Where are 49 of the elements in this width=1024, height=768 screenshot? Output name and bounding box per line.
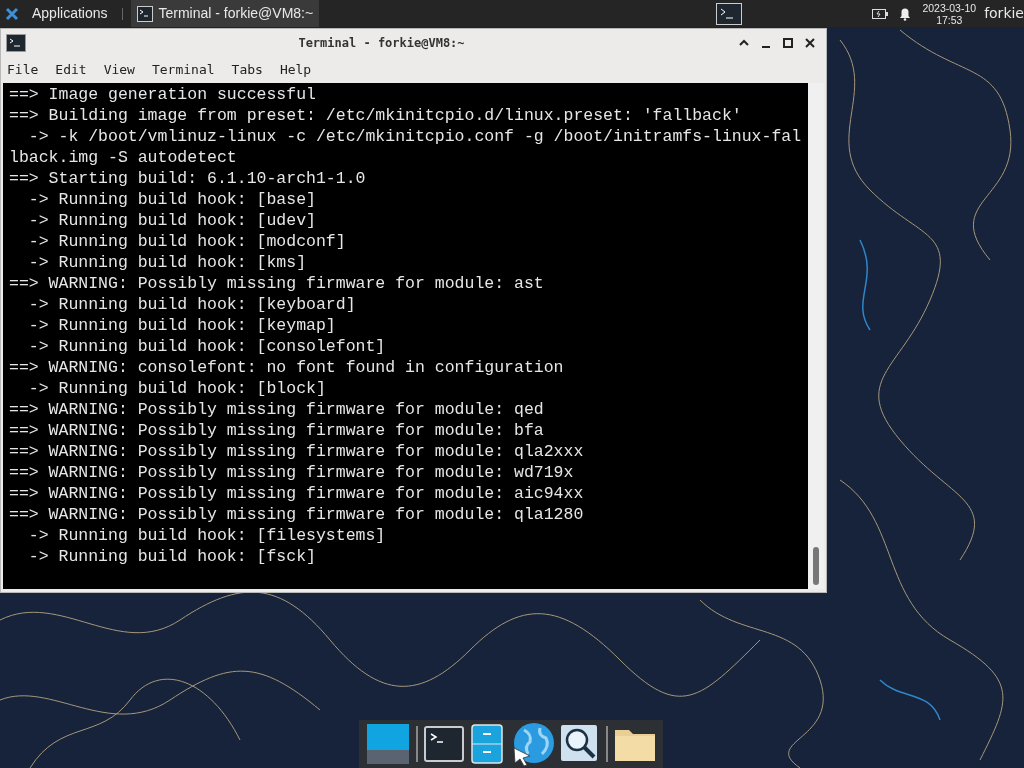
terminal-icon <box>136 5 153 22</box>
clock[interactable]: 2023-03-10 17:53 <box>922 1 977 26</box>
terminal-line: -> Running build hook: [udev] <box>27 210 317 231</box>
user-name[interactable]: forkie <box>984 3 1024 24</box>
close-icon[interactable] <box>803 35 817 50</box>
battery-icon[interactable] <box>872 7 889 20</box>
menu-item[interactable]: Tabs <box>231 59 263 80</box>
terminal-line: -> Running build hook: [modconf] <box>27 231 347 252</box>
terminal-line: -> Running build hook: [filesystems] <box>27 525 387 546</box>
terminal-icon[interactable] <box>716 2 743 25</box>
terminal-icon[interactable] <box>423 726 464 762</box>
magnifier-icon[interactable] <box>560 725 599 763</box>
terminal-line: ==> WARNING: Possibly missing firmware for module: qla2xxx <box>9 441 585 462</box>
terminal-line: -> Running build hook: [keyboard] <box>27 294 357 315</box>
terminal-line: -> -k /boot/vmlinuz-linux -c /etc/mkinitcpio.conf -g /boot/initramfs-linux-fal <box>27 126 803 147</box>
terminal-line: -> Running build hook: [block] <box>27 378 327 399</box>
menu-item[interactable]: Edit <box>55 59 87 80</box>
terminal-line: ==> WARNING: Possibly missing firmware for module: bfa <box>9 420 545 441</box>
terminal-line: ==> Starting build: 6.1.10-arch1-1.0 <box>9 168 367 189</box>
terminal-icon <box>6 33 26 52</box>
terminal-line: ==> WARNING: Possibly missing firmware for module: aic94xx <box>9 483 585 504</box>
terminal-line: -> Running build hook: [consolefont] <box>27 336 387 357</box>
desktop-icon[interactable] <box>366 724 409 764</box>
taskbar-button[interactable]: Terminal - forkie@VM8:~ <box>130 0 320 27</box>
terminal-line: ==> WARNING: Possibly missing firmware for module: qed <box>9 399 545 420</box>
terminal-line: -> Running build hook: [kms] <box>27 252 308 273</box>
window-title: Terminal - forkie@VM8:~ <box>297 34 466 52</box>
terminal-line: ==> WARNING: Possibly missing firmware for module: ast <box>9 273 545 294</box>
menu-item[interactable]: Help <box>279 59 312 80</box>
terminal-line: -> Running build hook: [fsck] <box>27 546 317 567</box>
terminal-line: ==> WARNING: consolefont: no font found in configuration <box>9 357 565 378</box>
cabinet-icon[interactable] <box>470 724 503 764</box>
scrollbar[interactable] <box>808 83 824 589</box>
terminal-line: -> Running build hook: [base] <box>27 189 317 210</box>
clock-date: 2023-03-10 <box>922 1 977 14</box>
bell-icon[interactable] <box>898 6 913 21</box>
maximize-icon[interactable] <box>781 35 795 50</box>
menu-item[interactable]: Terminal <box>151 59 215 80</box>
terminal-line: ==> WARNING: Possibly missing firmware for module: wd719x <box>9 462 575 483</box>
menu-item[interactable]: File <box>7 59 39 80</box>
terminal-line: -> Running build hook: [keymap] <box>27 315 337 336</box>
clock-time: 17:53 <box>936 13 963 26</box>
terminal-line: ==> Image generation successful <box>9 84 317 105</box>
terminal-line: ==> WARNING: Possibly missing firmware for module: qla1280 <box>9 504 585 525</box>
xfce-icon[interactable] <box>5 6 19 21</box>
menu-item[interactable]: View <box>103 59 135 80</box>
terminal-line: ==> Building image from preset: /etc/mkinitcpio.d/linux.preset: 'fallback' <box>9 105 743 126</box>
terminal-line: lback.img -S autodetect <box>9 147 238 168</box>
applications-menu[interactable]: Applications <box>32 3 108 24</box>
